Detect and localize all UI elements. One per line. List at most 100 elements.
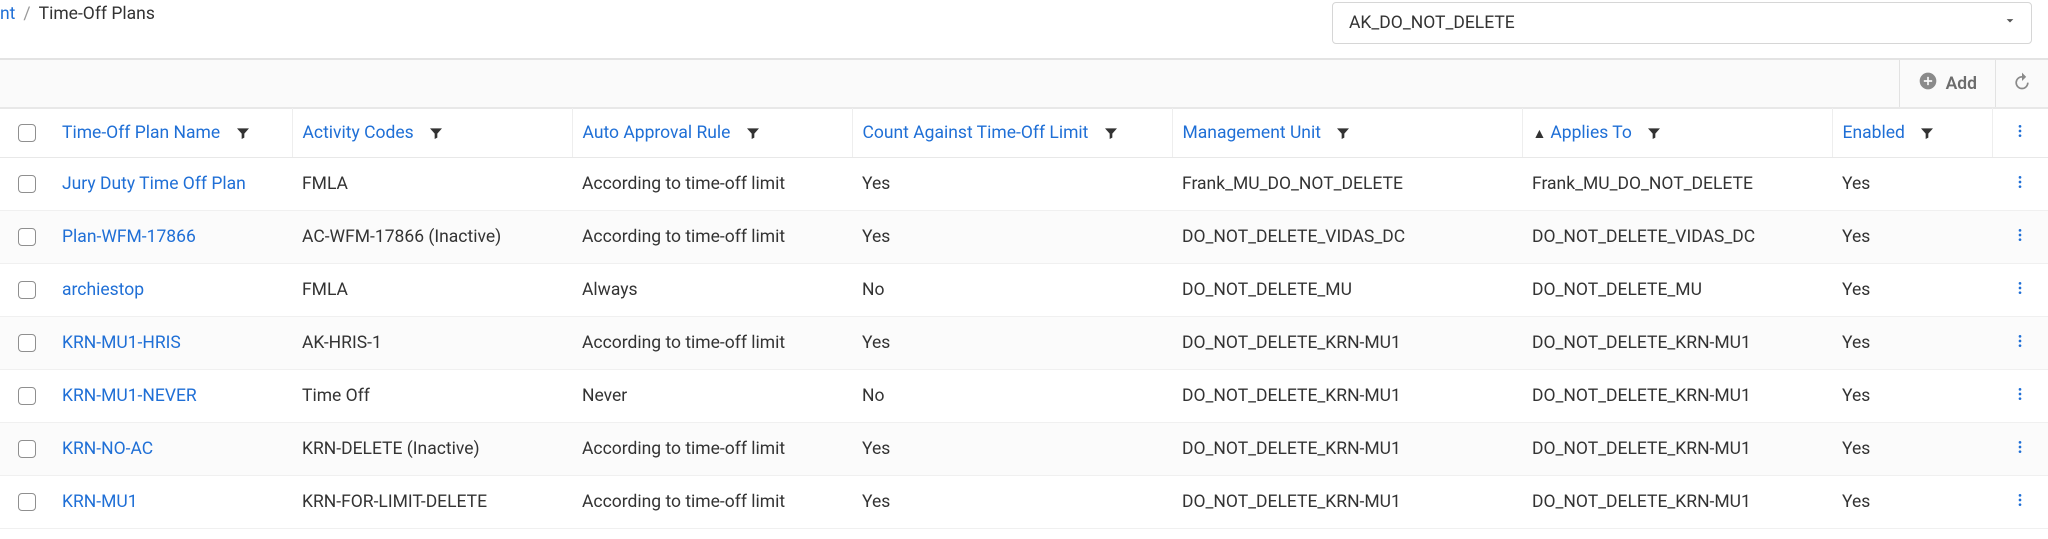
- plus-circle-icon: [1918, 71, 1938, 96]
- col-header-auto[interactable]: Auto Approval Rule: [572, 109, 852, 158]
- cell-activity: AK-HRIS-1: [292, 317, 572, 370]
- row-menu-button[interactable]: [2012, 334, 2028, 354]
- cell-enabled: Yes: [1832, 423, 1992, 476]
- col-header-activity-label: Activity Codes: [303, 123, 414, 143]
- cell-count: Yes: [852, 211, 1172, 264]
- column-config-button[interactable]: [1992, 109, 2048, 158]
- table-row: Plan-WFM-17866AC-WFM-17866 (Inactive)Acc…: [0, 211, 2048, 264]
- cell-mgmt: DO_NOT_DELETE_KRN-MU1: [1172, 476, 1522, 529]
- time-off-plans-table: Time-Off Plan Name Activity Codes Auto A…: [0, 108, 2048, 529]
- row-checkbox[interactable]: [18, 493, 36, 511]
- cell-enabled: Yes: [1832, 158, 1992, 211]
- cell-activity: AC-WFM-17866 (Inactive): [292, 211, 572, 264]
- col-header-enabled-label: Enabled: [1843, 123, 1905, 143]
- cell-enabled: Yes: [1832, 264, 1992, 317]
- cell-auto: According to time-off limit: [572, 423, 852, 476]
- filter-icon[interactable]: [428, 125, 444, 141]
- col-header-mgmt-label: Management Unit: [1183, 123, 1321, 143]
- cell-auto: According to time-off limit: [572, 158, 852, 211]
- cell-applies: DO_NOT_DELETE_KRN-MU1: [1522, 317, 1832, 370]
- cell-applies: DO_NOT_DELETE_KRN-MU1: [1522, 476, 1832, 529]
- select-all-checkbox[interactable]: [18, 124, 36, 142]
- cell-auto: Always: [572, 264, 852, 317]
- table-row: KRN-MU1-HRIS AK-HRIS-1According to time-o…: [0, 317, 2048, 370]
- row-menu-button[interactable]: [2012, 387, 2028, 407]
- row-checkbox[interactable]: [18, 228, 36, 246]
- cell-activity: Time Off: [292, 370, 572, 423]
- refresh-icon: [2012, 71, 2032, 96]
- cell-count: Yes: [852, 476, 1172, 529]
- cell-mgmt: Frank_MU_DO_NOT_DELETE: [1172, 158, 1522, 211]
- row-checkbox[interactable]: [18, 387, 36, 405]
- plan-name-link[interactable]: KRN-MU1-HRIS: [62, 333, 181, 353]
- cell-activity: KRN-DELETE (Inactive): [292, 423, 572, 476]
- row-checkbox[interactable]: [18, 440, 36, 458]
- table-row: KRN-MU1 KRN-FOR-LIMIT-DELETEAccording to …: [0, 476, 2048, 529]
- cell-auto: Never: [572, 370, 852, 423]
- caret-down-icon: [2002, 13, 2018, 34]
- filter-icon[interactable]: [745, 125, 761, 141]
- cell-count: No: [852, 370, 1172, 423]
- filter-icon[interactable]: [1103, 125, 1119, 141]
- plan-name-link[interactable]: Jury Duty Time Off Plan: [62, 174, 246, 194]
- row-menu-button[interactable]: [2012, 281, 2028, 301]
- row-menu-button[interactable]: [2012, 175, 2028, 195]
- cell-applies: DO_NOT_DELETE_MU: [1522, 264, 1832, 317]
- cell-mgmt: DO_NOT_DELETE_MU: [1172, 264, 1522, 317]
- add-button[interactable]: Add: [1899, 60, 1995, 107]
- cell-mgmt: DO_NOT_DELETE_KRN-MU1: [1172, 317, 1522, 370]
- plan-name-link[interactable]: KRN-MU1-NEVER: [62, 386, 197, 406]
- table-row: KRN-NO-AC KRN-DELETE (Inactive)According …: [0, 423, 2048, 476]
- refresh-button[interactable]: [1995, 60, 2048, 107]
- cell-count: Yes: [852, 423, 1172, 476]
- cell-count: Yes: [852, 317, 1172, 370]
- table-row: Jury Duty Time Off PlanFMLAAccording to …: [0, 158, 2048, 211]
- col-header-applies-label: Applies To: [1550, 123, 1631, 143]
- plan-name-link[interactable]: archiestop: [62, 280, 144, 300]
- plan-name-link[interactable]: KRN-NO-AC: [62, 439, 153, 459]
- context-dropdown-value: AK_DO_NOT_DELETE: [1349, 13, 1515, 33]
- row-menu-button[interactable]: [2012, 493, 2028, 513]
- col-header-activity[interactable]: Activity Codes: [292, 109, 572, 158]
- cell-activity: FMLA: [292, 264, 572, 317]
- col-header-applies[interactable]: ▲Applies To: [1522, 109, 1832, 158]
- col-header-count-label: Count Against Time-Off Limit: [863, 123, 1089, 143]
- col-header-count[interactable]: Count Against Time-Off Limit: [852, 109, 1172, 158]
- cell-auto: According to time-off limit: [572, 476, 852, 529]
- col-header-name-label: Time-Off Plan Name: [62, 123, 220, 143]
- row-menu-button[interactable]: [2012, 440, 2028, 460]
- row-checkbox[interactable]: [18, 281, 36, 299]
- cell-activity: KRN-FOR-LIMIT-DELETE: [292, 476, 572, 529]
- context-dropdown[interactable]: AK_DO_NOT_DELETE: [1332, 2, 2032, 44]
- filter-icon[interactable]: [1335, 125, 1351, 141]
- row-checkbox[interactable]: [18, 175, 36, 193]
- cell-enabled: Yes: [1832, 476, 1992, 529]
- cell-count: No: [852, 264, 1172, 317]
- breadcrumb-current: Time-Off Plans: [39, 4, 155, 24]
- row-menu-button[interactable]: [2012, 228, 2028, 248]
- cell-applies: DO_NOT_DELETE_KRN-MU1: [1522, 370, 1832, 423]
- cell-enabled: Yes: [1832, 211, 1992, 264]
- row-checkbox[interactable]: [18, 334, 36, 352]
- cell-applies: Frank_MU_DO_NOT_DELETE: [1522, 158, 1832, 211]
- breadcrumb: nt / Time-Off Plans: [0, 2, 155, 24]
- cell-mgmt: DO_NOT_DELETE_KRN-MU1: [1172, 423, 1522, 476]
- add-button-label: Add: [1946, 74, 1977, 94]
- sort-asc-indicator: ▲: [1533, 126, 1547, 142]
- breadcrumb-prev[interactable]: nt: [0, 4, 15, 24]
- plan-name-link[interactable]: Plan-WFM-17866: [62, 227, 196, 247]
- cell-enabled: Yes: [1832, 370, 1992, 423]
- cell-mgmt: DO_NOT_DELETE_KRN-MU1: [1172, 370, 1522, 423]
- cell-applies: DO_NOT_DELETE_KRN-MU1: [1522, 423, 1832, 476]
- col-header-name[interactable]: Time-Off Plan Name: [52, 109, 292, 158]
- cell-enabled: Yes: [1832, 317, 1992, 370]
- toolbar: Add: [0, 60, 2048, 108]
- filter-icon[interactable]: [1919, 125, 1935, 141]
- col-header-mgmt[interactable]: Management Unit: [1172, 109, 1522, 158]
- col-header-enabled[interactable]: Enabled: [1832, 109, 1992, 158]
- filter-icon[interactable]: [1646, 125, 1662, 141]
- cell-auto: According to time-off limit: [572, 317, 852, 370]
- filter-icon[interactable]: [235, 125, 251, 141]
- breadcrumb-separator: /: [23, 4, 30, 24]
- plan-name-link[interactable]: KRN-MU1: [62, 492, 138, 512]
